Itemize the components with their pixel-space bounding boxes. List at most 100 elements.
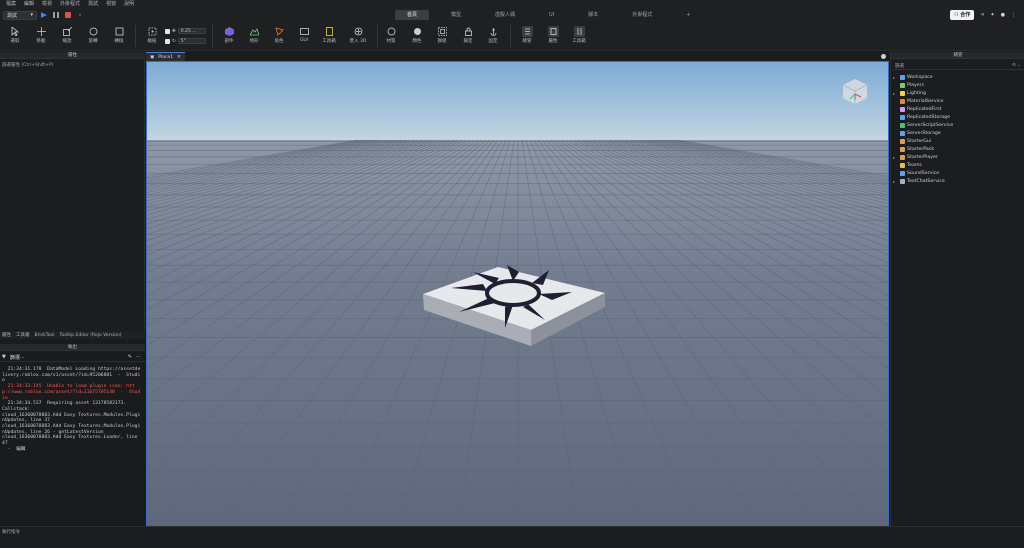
bottom-tab[interactable]: BrickTool — [35, 333, 55, 338]
tree-item[interactable]: ▸ Workspace — [893, 73, 953, 81]
test-mode-select[interactable]: 測試 ▾ — [3, 10, 37, 20]
rotate-tool[interactable]: 旋轉 — [82, 24, 104, 50]
service-icon — [900, 146, 905, 152]
character-tool[interactable]: 角色 — [268, 24, 290, 50]
tab-2[interactable]: 虛擬人偶 — [483, 10, 527, 20]
menu-item[interactable]: 檢視 — [38, 0, 56, 9]
clear-icon[interactable]: ✎ — [128, 354, 132, 360]
snap-rotate-field[interactable]: 5° — [177, 38, 206, 44]
properties-label: 屬性 — [548, 39, 558, 44]
explorer-filter[interactable]: 篩選 ⟲ ⌄ — [893, 62, 1023, 70]
group-tool[interactable]: 群組 — [431, 24, 453, 50]
output-panel: 輸出 ▼ 篩選··· ✎ ⋯ 21:34:31.178 DataModel Lo… — [0, 339, 145, 526]
properties-filter[interactable]: 篩選屬性 (Ctrl+Shift+P) — [2, 62, 53, 68]
add-tab-icon[interactable]: + — [674, 10, 702, 20]
tree-item[interactable]: ▸ TextChatService — [893, 177, 953, 185]
history-icon[interactable]: ⟲ ⌄ — [1012, 63, 1021, 68]
share-icon[interactable]: ⋖ — [980, 12, 984, 18]
select-tool[interactable]: 選取 — [4, 24, 26, 50]
bottom-tab[interactable]: 工具箱 — [16, 332, 30, 338]
stop-icon[interactable] — [63, 10, 73, 20]
menu-item[interactable]: 檔案 — [2, 0, 20, 9]
tree-item[interactable]: Teams — [893, 161, 953, 169]
pause-icon[interactable] — [51, 10, 61, 20]
transform-tool[interactable]: 轉換 — [108, 24, 130, 50]
service-icon — [900, 178, 905, 184]
tab-1[interactable]: 模型 — [439, 10, 473, 20]
tree-item[interactable]: SoundService — [893, 169, 953, 177]
select-label: 選取 — [10, 39, 20, 44]
expand-arrow-icon[interactable]: ▸ — [893, 155, 898, 160]
tab-0[interactable]: 首頁 — [395, 10, 430, 20]
material-toolbox-label: 工具箱 — [322, 39, 336, 44]
tree-item[interactable]: ReplicatedStorage — [893, 113, 953, 121]
explorer-header: 總管 — [891, 52, 1024, 59]
import3d-tool[interactable]: 匯入 3D — [344, 24, 372, 50]
tab-5[interactable]: 外掛程式 — [620, 10, 664, 20]
anchor-tool[interactable]: 固定 — [482, 24, 504, 50]
snap-move-field[interactable]: 0.25 ... — [177, 28, 206, 34]
tab-place1[interactable]: ▣ Place1 ✕ — [146, 52, 185, 61]
menu-icon[interactable]: ⋮ — [1011, 12, 1016, 18]
expand-arrow-icon[interactable]: ▸ — [893, 179, 898, 184]
close-icon[interactable]: ✕ — [177, 55, 181, 60]
transform-label: 轉換 — [114, 39, 124, 44]
tree-item-label: ServerScriptService — [907, 122, 954, 128]
3d-viewport[interactable] — [146, 61, 889, 526]
tree-item[interactable]: ReplicatedFirst — [893, 105, 953, 113]
terrain-tool[interactable]: 地形 — [243, 24, 265, 50]
snap-move-checkbox[interactable] — [165, 28, 170, 34]
part-tool[interactable]: 部件 — [218, 24, 240, 50]
snap-rotate-checkbox[interactable] — [165, 38, 170, 44]
filter-icon[interactable]: ▼ — [2, 354, 6, 360]
notification-icon[interactable]: ● — [1001, 12, 1005, 18]
tree-item[interactable]: ServerStorage — [893, 129, 953, 137]
menu-item[interactable]: 測試 — [84, 0, 102, 9]
more-icon[interactable]: ⋯ — [136, 354, 141, 360]
test-mode-label: 測試 — [7, 12, 18, 19]
scale-tool[interactable]: 縮放 — [56, 24, 78, 50]
tree-item[interactable]: StarterPack — [893, 145, 953, 153]
tree-item-label: ServerStorage — [907, 130, 941, 136]
service-icon — [900, 90, 905, 96]
bottom-tab[interactable]: Tooltip Editor (Rojo Version) — [60, 333, 122, 338]
share-button[interactable]: ⚇ 合作 — [949, 10, 975, 20]
material-toolbox-tool[interactable]: 工具箱 — [318, 24, 340, 50]
log-line: 21:34:33.145 Unable to load plugin icon:… — [2, 384, 141, 401]
bottom-tab[interactable]: 屬性 — [2, 332, 11, 338]
tab-3[interactable]: UI — [537, 10, 566, 20]
output-filter-input[interactable]: 篩選··· — [10, 354, 25, 361]
tree-item[interactable]: MaterialService — [893, 97, 953, 105]
lock-tool[interactable]: 鎖定 — [457, 24, 479, 50]
tree-item[interactable]: ▸ StarterPlayer — [893, 153, 953, 161]
gui-icon — [293, 24, 315, 38]
color-tool[interactable]: 顏色 — [406, 24, 428, 50]
menu-item[interactable]: 視窗 — [102, 0, 120, 9]
tab-4[interactable]: 腳本 — [576, 10, 610, 20]
gui-tool[interactable]: GUI — [293, 24, 315, 50]
textured-part[interactable] — [147, 62, 889, 526]
tree-item[interactable]: StarterGui — [893, 137, 953, 145]
toolbox-toggle[interactable]: 工具箱 — [568, 24, 590, 50]
view-cube-icon[interactable] — [840, 76, 870, 106]
menu-item[interactable]: 外掛程式 — [56, 0, 84, 9]
expand-arrow-icon[interactable]: ▸ — [893, 91, 898, 96]
move-tool[interactable]: 移動 — [30, 24, 52, 50]
home-toolbar: 選取 移動 縮放 旋轉 轉換 樞紐 ✥ 0.25 ... ↻ 5° 部件 地形 角色… — [0, 21, 1024, 51]
menu-item[interactable]: 編輯 — [20, 0, 38, 9]
more-icon[interactable] — [75, 10, 85, 20]
expand-arrow-icon[interactable]: ▸ — [893, 75, 898, 80]
tree-item[interactable]: ServerScriptService — [893, 121, 953, 129]
properties-toggle[interactable]: 屬性 — [542, 24, 564, 50]
assistant-icon[interactable]: ✦ — [990, 12, 994, 18]
explorer-toggle[interactable]: 總管 — [516, 24, 538, 50]
ribbon-tabs: 首頁 模型 虛擬人偶 UI 腳本 外掛程式 + — [395, 10, 712, 20]
command-bar[interactable]: 執行指令 — [0, 526, 1024, 548]
view-settings-icon[interactable] — [880, 53, 888, 60]
menu-item[interactable]: 說明 — [120, 0, 138, 9]
tree-item[interactable]: Players — [893, 81, 953, 89]
play-icon[interactable] — [39, 10, 49, 20]
pivot-tool[interactable]: 樞紐 — [141, 24, 163, 50]
material-tool[interactable]: 材質 — [380, 24, 402, 50]
tree-item[interactable]: ▸ Lighting — [893, 89, 953, 97]
